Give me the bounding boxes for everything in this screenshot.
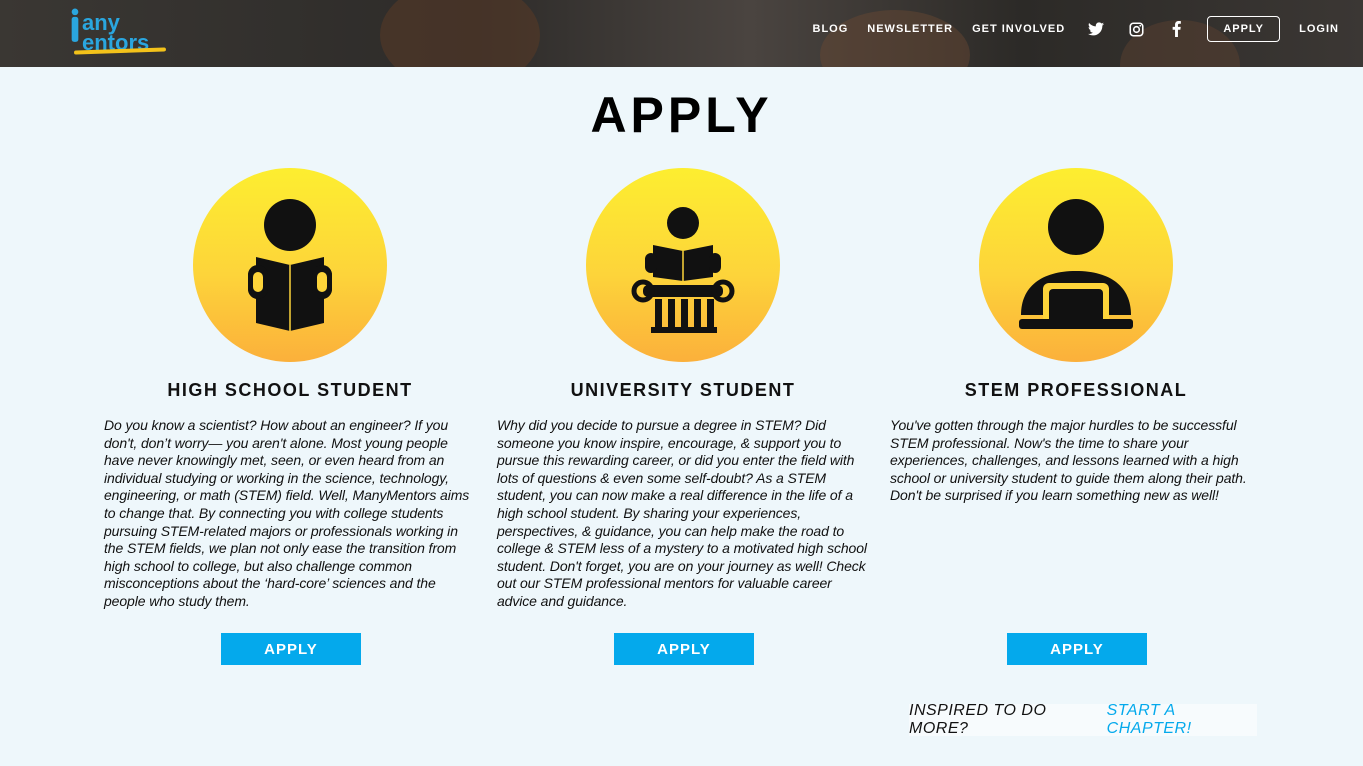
nav-login[interactable]: LOGIN — [1299, 23, 1339, 35]
student-reading-icon — [193, 168, 387, 362]
column-description: Do you know a scientist? How about an en… — [104, 417, 470, 609]
stem-professional-column: STEM PROFESSIONAL You've gotten through … — [890, 168, 1262, 505]
facebook-icon[interactable] — [1167, 20, 1185, 38]
nav-apply-button[interactable]: APPLY — [1207, 16, 1281, 42]
high-school-student-column: HIGH SCHOOL STUDENT Do you know a scient… — [104, 168, 476, 611]
column-title: UNIVERSITY STUDENT — [570, 380, 796, 400]
column-description: Why did you decide to pursue a degree in… — [497, 417, 867, 609]
column-title: STEM PROFESSIONAL — [964, 380, 1188, 400]
page-title: APPLY — [590, 87, 773, 143]
column-description: You've gotten through the major hurdles … — [890, 417, 1247, 504]
logo-figure-icon — [71, 8, 79, 42]
professional-laptop-icon — [979, 168, 1173, 362]
start-chapter-banner: INSPIRED TO DO MORE? START A CHAPTER! — [909, 702, 1257, 738]
nav-blog[interactable]: BLOG — [813, 23, 849, 35]
twitter-icon[interactable] — [1087, 20, 1105, 38]
site-header: any entors BLOG NEWSLETTER GET INVOLVED … — [0, 0, 1363, 67]
nav-newsletter[interactable]: NEWSLETTER — [867, 23, 953, 35]
university-student-icon — [586, 168, 780, 362]
header-photo-background — [380, 0, 540, 67]
apply-university-button[interactable]: APPLY — [614, 633, 754, 665]
main-nav: BLOG NEWSLETTER GET INVOLVED APPLY LOGIN — [794, 0, 1340, 58]
column-title: HIGH SCHOOL STUDENT — [167, 380, 413, 400]
manymentors-logo[interactable]: any entors — [68, 4, 172, 56]
instagram-icon[interactable] — [1127, 20, 1145, 38]
apply-professional-button[interactable]: APPLY — [1007, 633, 1147, 665]
apply-high-school-button[interactable]: APPLY — [221, 633, 361, 665]
nav-get-involved[interactable]: GET INVOLVED — [972, 23, 1065, 35]
chapter-question: INSPIRED TO DO MORE? — [909, 702, 1047, 737]
start-chapter-link[interactable]: START A CHAPTER! — [1107, 702, 1257, 738]
university-student-column: UNIVERSITY STUDENT Why did you decide to… — [497, 168, 869, 611]
